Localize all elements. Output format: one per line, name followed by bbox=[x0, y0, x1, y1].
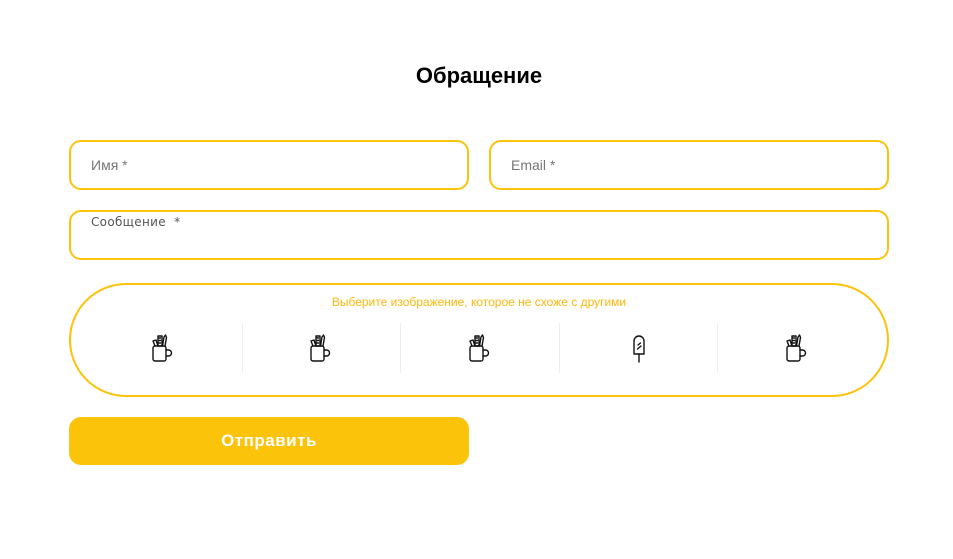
captcha-option-3[interactable] bbox=[400, 323, 559, 373]
email-field[interactable] bbox=[489, 140, 889, 190]
submit-button[interactable]: Отправить bbox=[69, 417, 469, 465]
captcha-option-4[interactable] bbox=[558, 323, 718, 373]
captcha-prompt: Выберите изображение, которое не схоже с… bbox=[331, 295, 627, 309]
pencil-cup-icon bbox=[786, 334, 807, 362]
form-title: Обращение bbox=[415, 63, 543, 88]
captcha-option-5[interactable] bbox=[717, 323, 876, 373]
captcha-option-1[interactable] bbox=[84, 323, 242, 373]
pencil-cup-icon bbox=[469, 334, 490, 362]
pencil-cup-icon bbox=[152, 334, 172, 362]
image-captcha: Выберите изображение, которое не схоже с… bbox=[69, 283, 889, 397]
name-field[interactable] bbox=[69, 140, 469, 190]
captcha-options bbox=[84, 323, 876, 373]
contact-form-page: Обращение Выберите изображение, которое … bbox=[0, 0, 953, 559]
pencil-cup-icon bbox=[310, 334, 331, 362]
captcha-option-2[interactable] bbox=[241, 323, 401, 373]
popsicle-icon bbox=[632, 335, 645, 363]
message-field[interactable] bbox=[69, 210, 889, 260]
